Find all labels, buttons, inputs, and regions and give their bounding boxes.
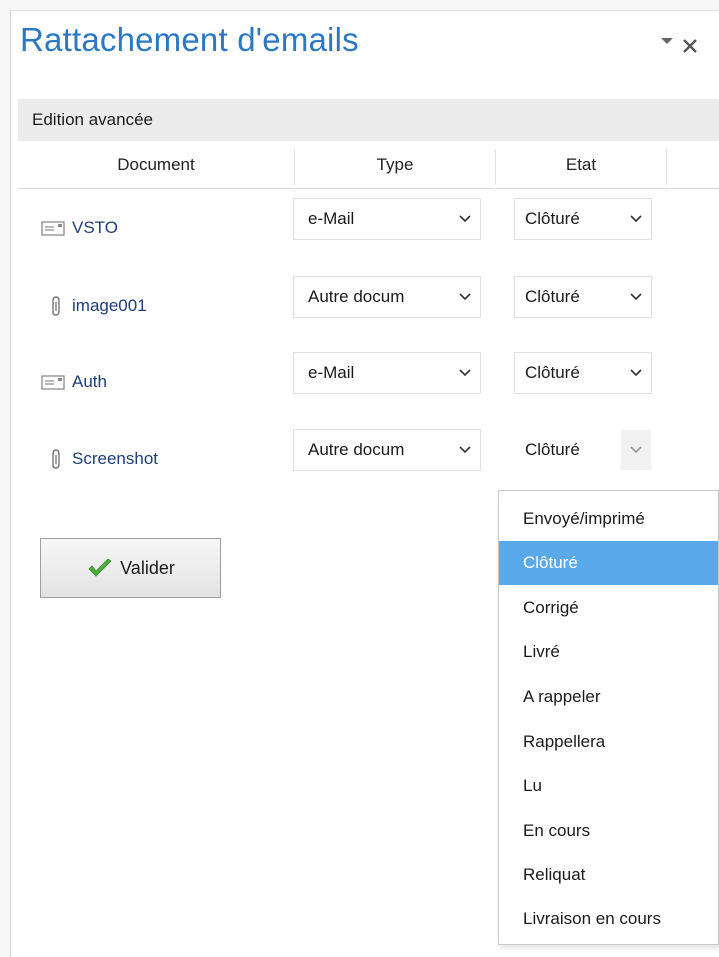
checkmark-icon bbox=[88, 558, 112, 577]
type-select[interactable]: e-Mail bbox=[293, 352, 481, 394]
dropdown-option[interactable]: Rappellera bbox=[499, 720, 718, 764]
type-select[interactable]: e-Mail bbox=[293, 198, 481, 240]
chevron-down-icon[interactable] bbox=[450, 353, 480, 393]
chevron-down-icon[interactable] bbox=[621, 277, 651, 317]
etat-select-value: Clôturé bbox=[525, 440, 580, 459]
etat-select[interactable]: Clôturé bbox=[514, 198, 652, 240]
type-select-value: Autre docum bbox=[308, 440, 405, 459]
table-row: image001 Autre docum Clôturé bbox=[18, 271, 718, 341]
dropdown-option[interactable]: En cours bbox=[499, 809, 718, 853]
column-header-blank bbox=[667, 141, 719, 189]
column-header-type-label: Type bbox=[376, 155, 414, 174]
dropdown-option-selected[interactable]: Clôturé bbox=[499, 541, 718, 585]
chevron-down-icon[interactable] bbox=[450, 199, 480, 239]
dropdown-option[interactable]: Lu bbox=[499, 764, 718, 808]
etat-select-value: Clôturé bbox=[525, 209, 580, 228]
document-cell[interactable]: image001 bbox=[40, 271, 147, 341]
document-cell[interactable]: Screenshot bbox=[40, 424, 158, 494]
chevron-down-icon[interactable] bbox=[450, 430, 480, 470]
column-header-etat[interactable]: Etat bbox=[496, 141, 666, 189]
etat-select[interactable]: Clôturé bbox=[514, 276, 652, 318]
type-select-value: e-Mail bbox=[308, 363, 355, 382]
dropdown-option[interactable]: Livré bbox=[499, 630, 718, 674]
dropdown-option[interactable]: Envoyé/imprimé bbox=[499, 497, 718, 541]
table-row: Screenshot Autre docum Clôturé bbox=[18, 424, 718, 494]
table-row: VSTO e-Mail Clôturé bbox=[18, 193, 718, 263]
pane-title: Rattachement d'emails bbox=[20, 21, 359, 58]
column-header-type[interactable]: Type bbox=[295, 141, 495, 189]
close-icon[interactable] bbox=[680, 36, 700, 56]
type-select[interactable]: Autre docum bbox=[293, 276, 481, 318]
chevron-down-icon[interactable] bbox=[621, 430, 651, 470]
chevron-down-icon[interactable] bbox=[621, 353, 651, 393]
paperclip-icon bbox=[52, 296, 60, 316]
email-icon bbox=[41, 221, 65, 236]
section-label: Edition avancée bbox=[32, 110, 153, 129]
etat-select-value: Clôturé bbox=[525, 363, 580, 382]
dropdown-option[interactable]: Livraison en cours bbox=[499, 897, 718, 941]
document-link[interactable]: image001 bbox=[72, 296, 147, 316]
section-header: Edition avancée bbox=[18, 99, 719, 141]
paperclip-icon bbox=[52, 449, 60, 469]
chevron-down-icon[interactable] bbox=[450, 277, 480, 317]
type-select-value: e-Mail bbox=[308, 209, 355, 228]
email-icon bbox=[41, 375, 65, 390]
pane-menu-icon[interactable] bbox=[660, 36, 674, 46]
valider-button[interactable]: Valider bbox=[40, 538, 221, 598]
table-row: Auth e-Mail Clôturé bbox=[18, 347, 718, 417]
document-link[interactable]: Auth bbox=[72, 372, 107, 392]
etat-select-value: Clôturé bbox=[525, 287, 580, 306]
type-select-value: Autre docum bbox=[308, 287, 405, 306]
etat-select[interactable]: Clôturé bbox=[514, 352, 652, 394]
etat-select-open[interactable]: Clôturé bbox=[514, 429, 652, 471]
column-header-etat-label: Etat bbox=[565, 155, 597, 174]
dropdown-option[interactable]: Corrigé bbox=[499, 586, 718, 630]
document-link[interactable]: Screenshot bbox=[72, 449, 158, 469]
document-cell[interactable]: VSTO bbox=[40, 193, 118, 263]
column-header-document[interactable]: Document bbox=[18, 141, 294, 189]
dropdown-option[interactable]: A rappeler bbox=[499, 675, 718, 719]
etat-dropdown-list: Envoyé/imprimé Clôturé Corrigé Livré A r… bbox=[498, 490, 719, 945]
valider-button-label: Valider bbox=[120, 557, 175, 578]
dropdown-option[interactable]: Reliquat bbox=[499, 853, 718, 897]
document-link[interactable]: VSTO bbox=[72, 218, 118, 238]
document-cell[interactable]: Auth bbox=[40, 347, 107, 417]
chevron-down-icon[interactable] bbox=[621, 199, 651, 239]
type-select[interactable]: Autre docum bbox=[293, 429, 481, 471]
column-header-document-label: Document bbox=[117, 155, 195, 174]
